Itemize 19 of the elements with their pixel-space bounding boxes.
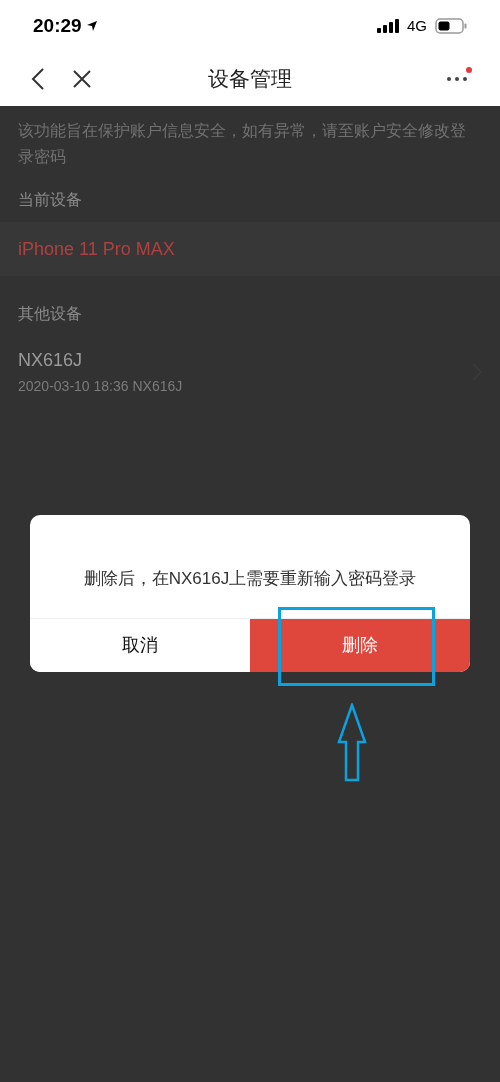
delete-button[interactable]: 删除 [250, 619, 470, 672]
device-row[interactable]: NX616J 2020-03-10 18:36 NX616J [0, 336, 500, 408]
dialog-message: 删除后，在NX616J上需要重新输入密码登录 [83, 567, 417, 590]
device-detail: 2020-03-10 18:36 NX616J [18, 377, 183, 396]
more-icon [446, 76, 468, 82]
back-icon [31, 67, 45, 91]
close-icon [72, 69, 92, 89]
notice-text: 该功能旨在保护账户信息安全，如有异常，请至账户安全修改登录密码 [17, 121, 467, 167]
up-arrow-icon [337, 703, 367, 782]
network-label: 4G [407, 15, 427, 36]
section-label: 其他设备 [17, 304, 83, 324]
signal-icon [377, 19, 399, 33]
battery-icon [435, 18, 467, 34]
clock: 20:29 [33, 13, 82, 38]
device-name: iPhone 11 Pro MAX [18, 237, 175, 261]
device-name: NX616J [18, 349, 84, 372]
page-title: 设备管理 [208, 66, 292, 93]
section-label: 当前设备 [17, 190, 83, 210]
location-icon [85, 20, 98, 32]
